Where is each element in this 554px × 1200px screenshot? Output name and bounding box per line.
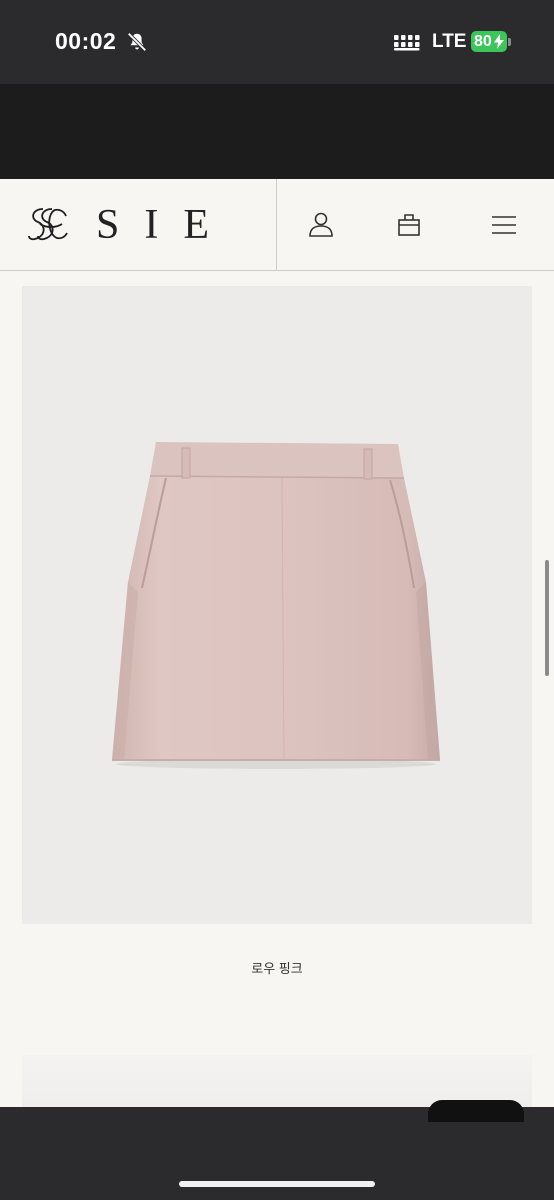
product-image-card[interactable] — [22, 286, 532, 924]
header-divider — [276, 179, 277, 271]
user-icon — [309, 212, 333, 237]
sie-monogram-icon[interactable] — [26, 203, 70, 247]
battery-indicator: 80 — [471, 31, 507, 52]
skirt-product-image[interactable] — [108, 442, 444, 770]
account-button[interactable] — [303, 207, 339, 243]
charging-bolt-icon — [494, 34, 504, 49]
product-color-name: 로우 핑크 — [251, 961, 303, 976]
site-header: SIE — [0, 179, 554, 271]
home-indicator[interactable] — [179, 1181, 375, 1187]
brand-wordmark[interactable]: SIE — [96, 201, 234, 249]
bell-slash-icon — [127, 32, 147, 52]
cart-button[interactable] — [391, 207, 427, 243]
floating-action-button[interactable] — [428, 1100, 524, 1122]
status-bar: 00:02 LTE 80 — [0, 0, 554, 84]
menu-button[interactable] — [486, 207, 522, 243]
status-time: 00:02 — [55, 28, 117, 54]
network-label: LTE — [432, 31, 467, 52]
browser-chrome-band — [0, 84, 554, 179]
menu-icon — [492, 216, 516, 234]
signal-bars-icon — [394, 35, 420, 51]
battery-tip — [508, 38, 511, 46]
scrollbar[interactable] — [545, 560, 549, 676]
battery-level: 80 — [474, 33, 492, 50]
shopping-bag-icon — [398, 214, 420, 236]
